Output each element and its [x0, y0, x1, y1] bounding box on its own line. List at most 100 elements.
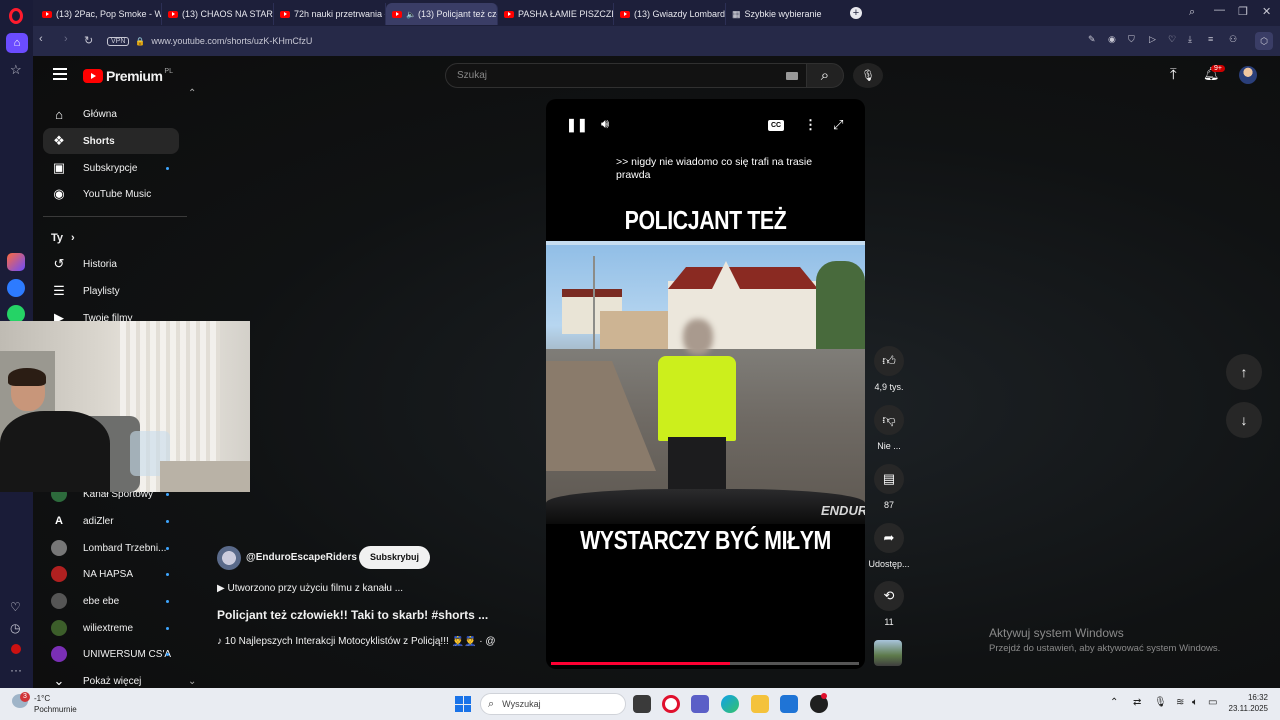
maximize-icon[interactable]: ❐ — [1238, 5, 1248, 18]
progress-bar-track[interactable] — [551, 662, 859, 665]
keyboard-icon[interactable] — [786, 72, 798, 80]
sidebar-channel-item[interactable]: AadiZler — [43, 508, 179, 534]
edge-icon[interactable] — [721, 695, 739, 713]
share-button[interactable]: ➦ — [874, 523, 904, 553]
upload-icon[interactable]: ⤒ — [1170, 66, 1177, 83]
search-button[interactable]: ⌕ — [806, 63, 844, 88]
browser-tab-1[interactable]: (13) 2Pac, Pop Smoke - W — [36, 3, 162, 25]
wifi-icon[interactable]: ≋ — [1176, 697, 1184, 708]
teams-icon[interactable] — [691, 695, 709, 713]
aria-icon[interactable] — [7, 253, 25, 271]
comments-action[interactable]: ▤ 87 — [874, 464, 904, 510]
chevron-up-icon[interactable]: ⌃ — [1110, 697, 1118, 708]
sidebar-item-playlists[interactable]: ☰ Playlisty — [43, 278, 179, 304]
shorts-video-player[interactable]: ❚❚ 🔊︎ CC ⋮ ⤢ >> nigdy nie wiadomo co się… — [546, 99, 865, 669]
browser-tab-active[interactable]: 🔈(13) Policjant też człow — [386, 3, 498, 25]
star-icon[interactable]: ☆ — [10, 62, 22, 78]
voice-search-button[interactable]: 🎙 — [853, 63, 883, 88]
sound-thumbnail[interactable] — [874, 640, 902, 666]
messenger-icon[interactable] — [7, 279, 25, 297]
sidebar-channel-item[interactable]: UNIWERSUM CS'A — [43, 641, 179, 667]
profile-icon[interactable]: ⚇ — [1229, 34, 1237, 45]
video-title[interactable]: Policjant też człowiek!! Taki to skarb! … — [217, 608, 488, 622]
clock-time[interactable]: 16:32 — [1232, 693, 1268, 702]
url-field[interactable]: VPN 🔒 www.youtube.com/shorts/uzK-KHmCfzU — [103, 31, 1113, 51]
browser-tab-5[interactable]: PASHA ŁAMIE PISZCZEL! — [498, 3, 614, 25]
store-icon[interactable] — [780, 695, 798, 713]
new-tab-button[interactable]: + — [850, 7, 862, 19]
minimize-icon[interactable]: — — [1214, 4, 1225, 16]
sidebar-item-home[interactable]: ⌂ Główna — [43, 101, 179, 127]
dislike-action[interactable]: 👎︎ Nie ... — [874, 405, 904, 451]
heart-icon[interactable]: ♡ — [10, 600, 21, 614]
previous-short-button[interactable]: ↑ — [1226, 354, 1262, 390]
comments-button[interactable]: ▤ — [874, 464, 904, 494]
menu-icon[interactable]: ≡ — [1208, 34, 1213, 44]
taskbar-search[interactable]: ⌕ Wyszukaj — [480, 693, 626, 715]
easy-setup-icon[interactable]: ⬡ — [1255, 32, 1273, 50]
forward-icon[interactable]: › — [64, 33, 68, 45]
sync-icon[interactable]: ⇄ — [1133, 697, 1141, 708]
edit-icon[interactable]: ✎ — [1088, 34, 1096, 45]
music-link[interactable]: ♪ 10 Najlepszych Interakcji Motocyklistó… — [217, 636, 517, 647]
browser-tab-3[interactable]: 72h nauki przetrwania - c — [274, 3, 386, 25]
vpn-badge[interactable]: VPN — [107, 36, 130, 46]
bookmark-heart-icon[interactable]: ♡ — [1168, 34, 1176, 45]
like-button[interactable]: 👍︎ — [874, 346, 904, 376]
home-icon[interactable]: ⌂ — [6, 33, 28, 53]
youtube-logo[interactable]: Premium PL — [83, 68, 173, 84]
user-avatar[interactable] — [1239, 66, 1257, 84]
opera-taskbar-icon[interactable] — [662, 695, 680, 713]
opera-logo-icon[interactable] — [9, 8, 23, 24]
scroll-up-arrow-icon[interactable]: ⌃ — [188, 88, 196, 99]
play-icon[interactable]: ▷ — [1149, 34, 1156, 45]
search-input[interactable]: Szukaj — [445, 63, 811, 88]
ublock-icon[interactable] — [11, 644, 21, 654]
shield-icon[interactable]: ⛉ — [1128, 34, 1135, 45]
browser-tab-6[interactable]: (13) Gwiazdy Lombard✕ — [614, 3, 726, 25]
subscribe-button[interactable]: Subskrybuj — [359, 546, 431, 569]
browser-tab-2[interactable]: (13) CHAOS NA STARCIE, — [162, 3, 274, 25]
fullscreen-icon[interactable]: ⤢ — [833, 117, 843, 133]
battery-icon[interactable]: ▭ — [1208, 697, 1217, 708]
mic-icon[interactable]: 🎙 — [1154, 697, 1167, 708]
browser-tab-speed-dial[interactable]: ▦ Szybkie wybieranie — [726, 3, 844, 25]
sidebar-channel-item[interactable]: wiliextreme — [43, 615, 179, 641]
scroll-down-arrow-icon[interactable]: ⌄ — [188, 676, 196, 687]
task-view-icon[interactable] — [633, 695, 651, 713]
dislike-button[interactable]: 👎︎ — [874, 405, 904, 435]
file-explorer-icon[interactable] — [751, 695, 769, 713]
captions-button[interactable]: CC — [768, 120, 784, 131]
hamburger-menu-icon[interactable] — [53, 68, 67, 80]
reload-icon[interactable]: ↻ — [84, 34, 93, 47]
sidebar-item-history[interactable]: ↺ Historia — [43, 251, 179, 277]
remix-button[interactable]: ⟲ — [874, 581, 904, 611]
more-options-icon[interactable]: ⋮ — [804, 117, 817, 133]
channel-name[interactable]: @EnduroEscapeRiders — [246, 552, 357, 563]
volume-icon[interactable]: 🔊︎ — [601, 116, 609, 132]
sidebar-item-youtube-music[interactable]: ◉ YouTube Music — [43, 181, 179, 207]
camera-icon[interactable]: ◉ — [1108, 34, 1116, 45]
channel-avatar[interactable] — [217, 546, 241, 570]
volume-icon[interactable]: 🔈︎ — [1192, 697, 1198, 708]
created-with-link[interactable]: ▶ Utworzono przy użyciu filmu z kanału .… — [217, 583, 403, 594]
next-short-button[interactable]: ↓ — [1226, 402, 1262, 438]
search-tabs-icon[interactable]: ⌕ — [1189, 6, 1195, 19]
back-icon[interactable]: ‹ — [39, 33, 43, 45]
sidebar-channel-item[interactable]: Lombard Trzebni... — [43, 535, 179, 561]
remix-action[interactable]: ⟲ 11 — [874, 581, 904, 627]
pause-icon[interactable]: ❚❚ — [566, 117, 588, 133]
more-icon[interactable]: ··· — [10, 663, 22, 677]
sidebar-channel-item[interactable]: ebe ebe — [43, 588, 179, 614]
close-window-icon[interactable]: ✕ — [1262, 5, 1271, 18]
share-action[interactable]: ➦ Udostęp... — [868, 523, 910, 569]
start-button[interactable] — [455, 696, 471, 712]
sidebar-channel-item[interactable]: NA HAPSA — [43, 561, 179, 587]
like-action[interactable]: 👍︎ 4,9 tys. — [874, 346, 904, 392]
clock-date[interactable]: 23.11.2025 — [1226, 704, 1268, 713]
sidebar-item-you[interactable]: Ty › — [43, 225, 179, 251]
sidebar-item-shorts[interactable]: ❖ Shorts — [43, 128, 179, 154]
download-icon[interactable]: ⤓ — [1188, 34, 1192, 45]
clock-icon[interactable]: ◷ — [10, 621, 20, 635]
sidebar-item-subscriptions[interactable]: ▣ Subskrypcje — [43, 155, 179, 181]
